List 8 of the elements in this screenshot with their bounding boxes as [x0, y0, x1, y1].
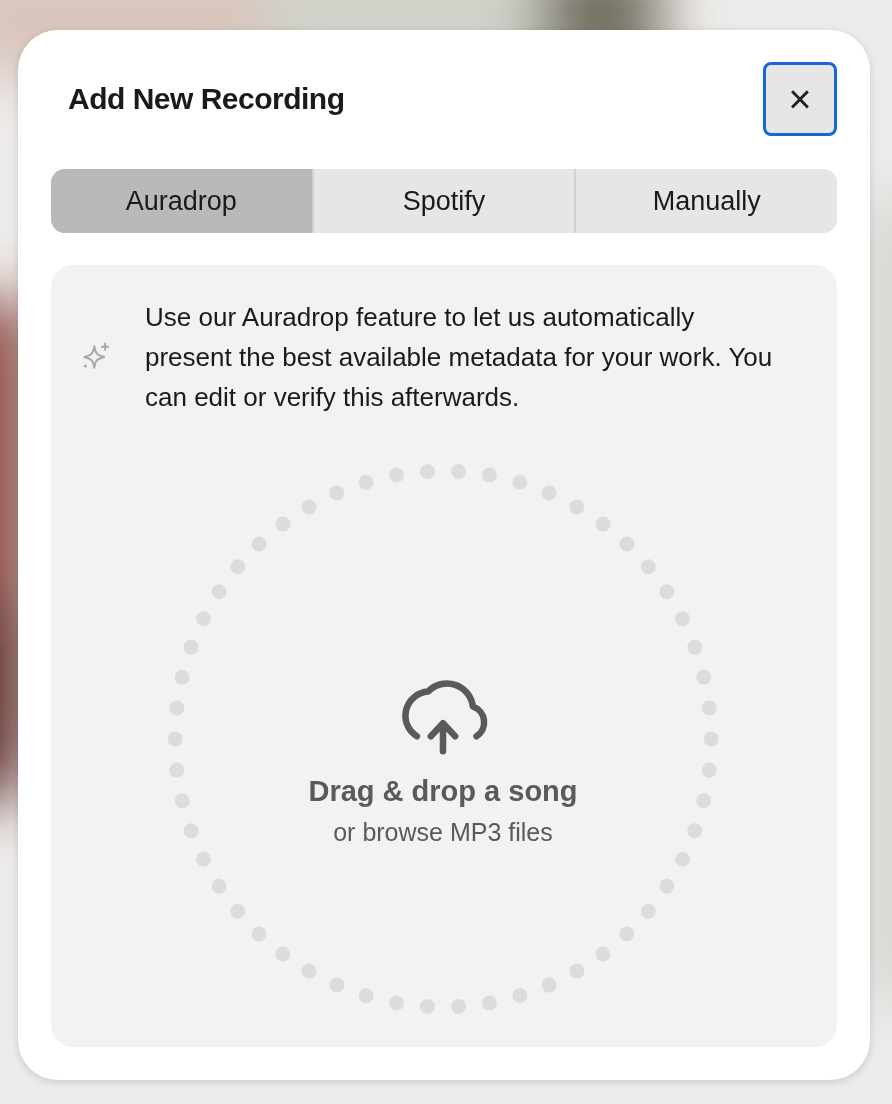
browse-text: or browse MP3 files	[333, 818, 553, 847]
close-button[interactable]: ×	[763, 62, 837, 136]
description-text: Use our Auradrop feature to let us automatically present the best available metadata for your work. You can edit or verify this afterwards.	[145, 301, 774, 414]
tab[interactable]: Auradrop	[51, 169, 312, 233]
tab[interactable]: Manually	[574, 169, 837, 233]
drop-zone[interactable]: Drag & drop a song or browse MP3 files	[163, 459, 723, 1019]
dialog-title: Add New Recording	[68, 82, 345, 116]
drop-title: Drag & drop a song	[308, 775, 578, 808]
